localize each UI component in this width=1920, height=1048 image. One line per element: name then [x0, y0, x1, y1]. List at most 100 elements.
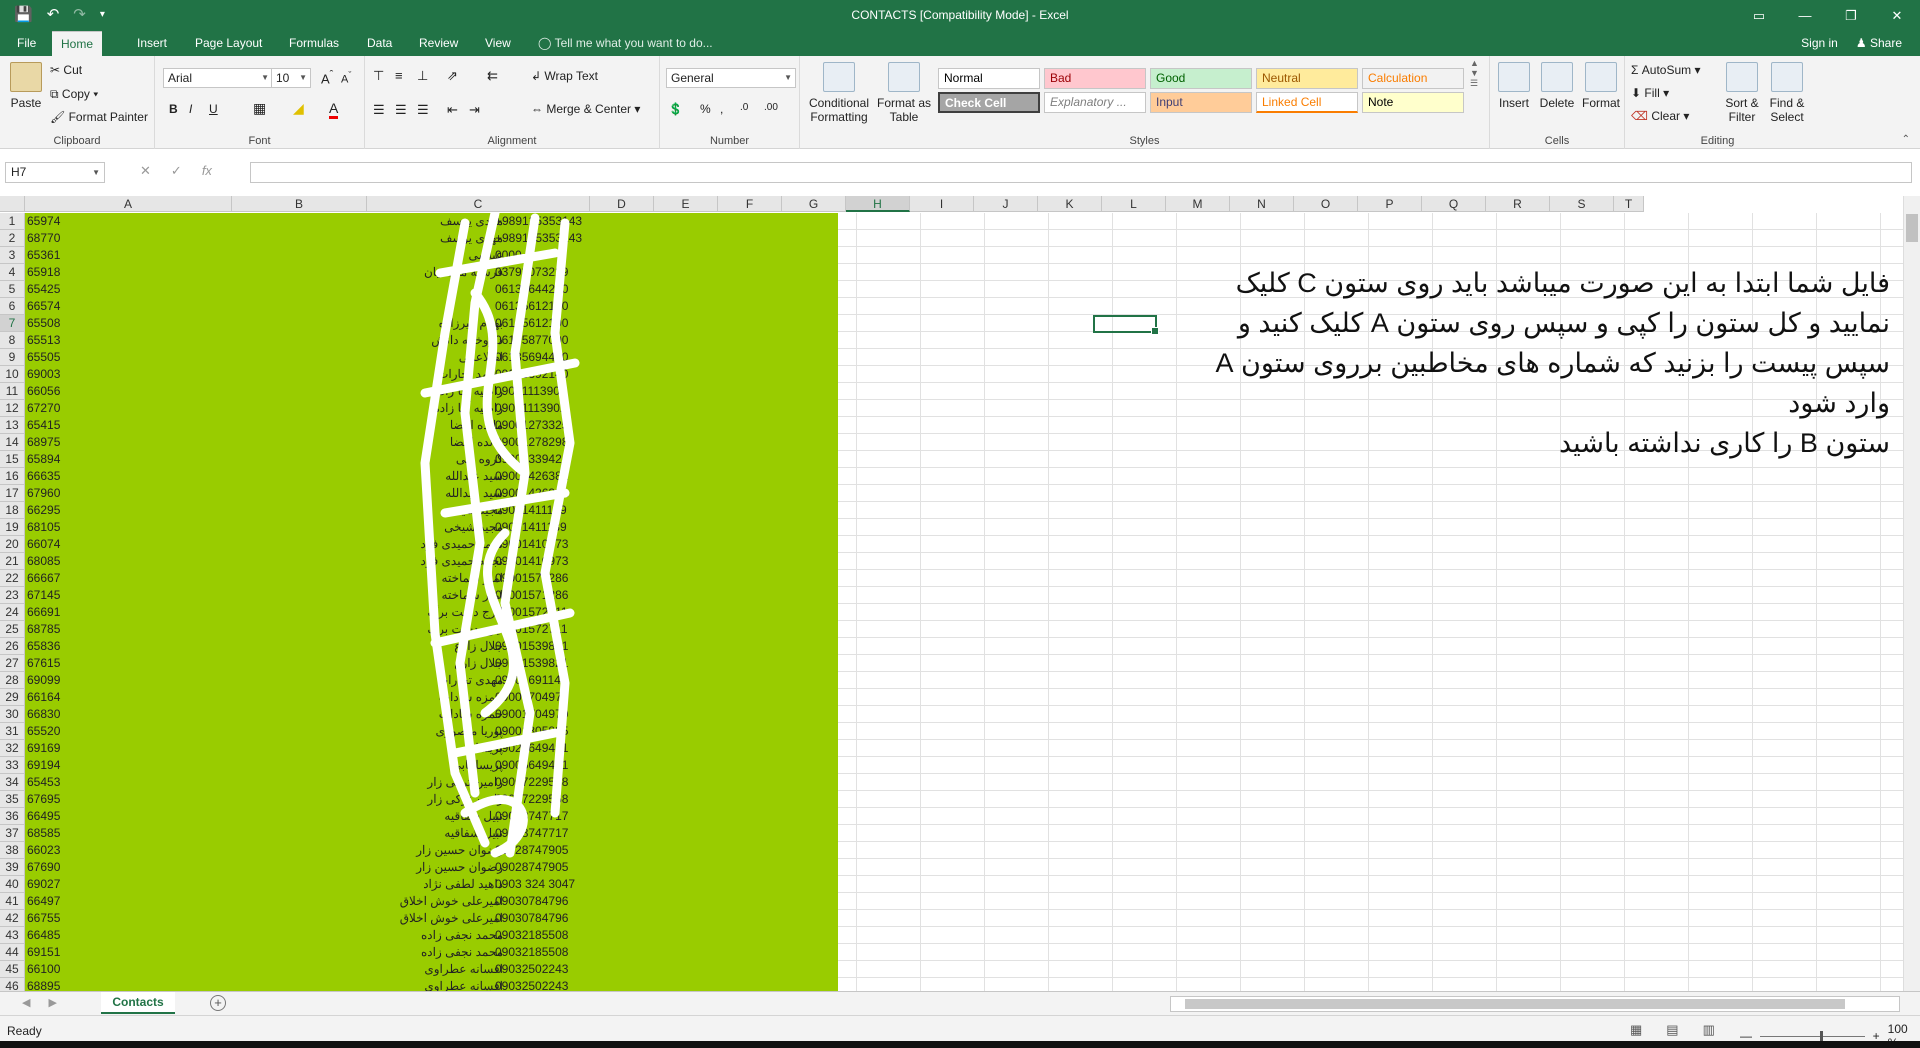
cell-phone[interactable]: 09032185508 — [495, 927, 568, 944]
enter-icon[interactable]: ✓ — [171, 163, 182, 179]
row-header[interactable]: 24 — [0, 604, 25, 621]
cell-name[interactable]: امیرعلی خوش اخلاق — [400, 910, 503, 927]
column-header-d[interactable]: D — [590, 196, 654, 212]
column-header-k[interactable]: K — [1038, 196, 1102, 212]
row-header[interactable]: 33 — [0, 757, 25, 774]
cell-id[interactable]: 67960 — [27, 485, 60, 502]
tab-insert[interactable]: Insert — [128, 31, 176, 56]
cell-id[interactable]: 66023 — [27, 842, 60, 859]
tab-file[interactable]: File — [8, 31, 45, 56]
column-header-g[interactable]: G — [782, 196, 846, 212]
style-cell[interactable]: Explanatory ... — [1044, 92, 1146, 113]
style-cell[interactable]: Bad — [1044, 68, 1146, 89]
cell-id[interactable]: 65836 — [27, 638, 60, 655]
cell-id[interactable]: 69151 — [27, 944, 60, 961]
format-painter-button[interactable]: 🖌 Format Painter — [50, 110, 148, 124]
share-button[interactable]: ♟ Share — [1856, 31, 1902, 56]
cell-phone[interactable]: 09030784796 — [495, 910, 568, 927]
row-header[interactable]: 4 — [0, 264, 25, 281]
cell-id[interactable]: 67145 — [27, 587, 60, 604]
clear-button[interactable]: ⌫ Clear ▾ — [1631, 109, 1689, 123]
cell-id[interactable]: 68975 — [27, 434, 60, 451]
row-header[interactable]: 38 — [0, 842, 25, 859]
cell-name[interactable]: امیرعلی خوش اخلاق — [400, 893, 503, 910]
sign-in-link[interactable]: Sign in — [1801, 31, 1838, 56]
row-header[interactable]: 39 — [0, 859, 25, 876]
cell-id[interactable]: 69003 — [27, 366, 60, 383]
column-header-p[interactable]: P — [1358, 196, 1422, 212]
comma-icon[interactable]: , — [720, 102, 723, 116]
cell-id[interactable]: 67695 — [27, 791, 60, 808]
row-header[interactable]: 11 — [0, 383, 25, 400]
row-header[interactable]: 8 — [0, 332, 25, 349]
merge-center-button[interactable]: ⇔ Merge & Center ▾ — [531, 102, 640, 116]
tab-home[interactable]: Home — [52, 31, 103, 56]
percent-icon[interactable]: % — [700, 102, 711, 116]
row-header[interactable]: 44 — [0, 944, 25, 961]
cell-name[interactable]: محمد نجفی زاده — [421, 944, 503, 961]
underline-icon[interactable]: U — [209, 102, 218, 116]
style-cell[interactable]: Neutral — [1256, 68, 1358, 89]
maximize-button[interactable]: ❐ — [1828, 0, 1874, 31]
row-header[interactable]: 9 — [0, 349, 25, 366]
cell-id[interactable]: 65918 — [27, 264, 60, 281]
column-header-j[interactable]: J — [974, 196, 1038, 212]
copy-button[interactable]: ⧉ Copy ▾ — [50, 87, 98, 102]
cell-id[interactable]: 65425 — [27, 281, 60, 298]
cell-id[interactable]: 66164 — [27, 689, 60, 706]
cell-phone[interactable]: 09032185508 — [495, 944, 568, 961]
column-header-b[interactable]: B — [232, 196, 367, 212]
row-header[interactable]: 27 — [0, 655, 25, 672]
paste-button[interactable]: Paste — [6, 62, 46, 110]
vertical-scroll-thumb[interactable] — [1906, 214, 1918, 242]
cell-id[interactable]: 66574 — [27, 298, 60, 315]
cell-id[interactable]: 67690 — [27, 859, 60, 876]
row-header[interactable]: 28 — [0, 672, 25, 689]
cell-id[interactable]: 65415 — [27, 417, 60, 434]
cell-id[interactable]: 65513 — [27, 332, 60, 349]
row-header[interactable]: 6 — [0, 298, 25, 315]
row-header[interactable]: 30 — [0, 706, 25, 723]
delete-cells-button[interactable]: Delete — [1536, 62, 1578, 110]
row-header[interactable]: 31 — [0, 723, 25, 740]
conditional-formatting-button[interactable]: Conditional Formatting — [806, 62, 872, 124]
cell-name[interactable]: داهید لطفی نژاد — [423, 876, 503, 893]
gallery-scroll-icon[interactable]: ▲ ▼ ☰ — [1470, 58, 1479, 89]
italic-icon[interactable]: I — [189, 102, 192, 116]
cell-phone[interactable]: 09030784796 — [495, 893, 568, 910]
cell-phone[interactable]: 09032502243 — [495, 961, 568, 978]
currency-icon[interactable]: 💲 — [668, 102, 683, 116]
sheet-tab-contacts[interactable]: Contacts — [101, 992, 175, 1014]
close-button[interactable]: ✕ — [1874, 0, 1920, 31]
cell-phone[interactable]: 0903 324 3047 — [495, 876, 575, 893]
shrink-font-icon[interactable]: Aˇ — [341, 70, 351, 86]
top-align-icon[interactable]: ⊤ — [373, 68, 384, 84]
row-header[interactable]: 40 — [0, 876, 25, 893]
style-cell[interactable]: Good — [1150, 68, 1252, 89]
style-cell[interactable]: Linked Cell — [1256, 92, 1358, 113]
cell-name[interactable]: محمد نجفی زاده — [421, 927, 503, 944]
cell-name[interactable]: افسانه عطراوی — [424, 961, 503, 978]
column-header-l[interactable]: L — [1102, 196, 1166, 212]
row-header[interactable]: 21 — [0, 553, 25, 570]
cell-id[interactable]: 65453 — [27, 774, 60, 791]
row-header[interactable]: 32 — [0, 740, 25, 757]
cell-id[interactable]: 69169 — [27, 740, 60, 757]
collapse-ribbon-icon[interactable]: ⌃ — [1902, 134, 1910, 145]
row-header[interactable]: 16 — [0, 468, 25, 485]
wrap-text-button[interactable]: ↲ Wrap Text — [531, 69, 598, 83]
increase-indent-icon[interactable]: ⇥ — [469, 102, 480, 118]
increase-decimal-icon[interactable]: .0 — [740, 102, 748, 113]
fill-button[interactable]: ⬇ Fill ▾ — [1631, 86, 1669, 100]
orientation-icon[interactable]: ⇗ — [447, 68, 458, 84]
vertical-scrollbar[interactable] — [1903, 196, 1920, 991]
row-header[interactable]: 25 — [0, 621, 25, 638]
page-layout-view-icon[interactable]: ▤ — [1666, 1022, 1678, 1038]
column-header-f[interactable]: F — [718, 196, 782, 212]
next-sheet-icon[interactable]: ▶ — [48, 996, 56, 1009]
cell-id[interactable]: 66485 — [27, 927, 60, 944]
row-header[interactable]: 13 — [0, 417, 25, 434]
cell-id[interactable]: 66495 — [27, 808, 60, 825]
row-header[interactable]: 2 — [0, 230, 25, 247]
fill-color-icon[interactable]: ◢ — [293, 100, 304, 117]
